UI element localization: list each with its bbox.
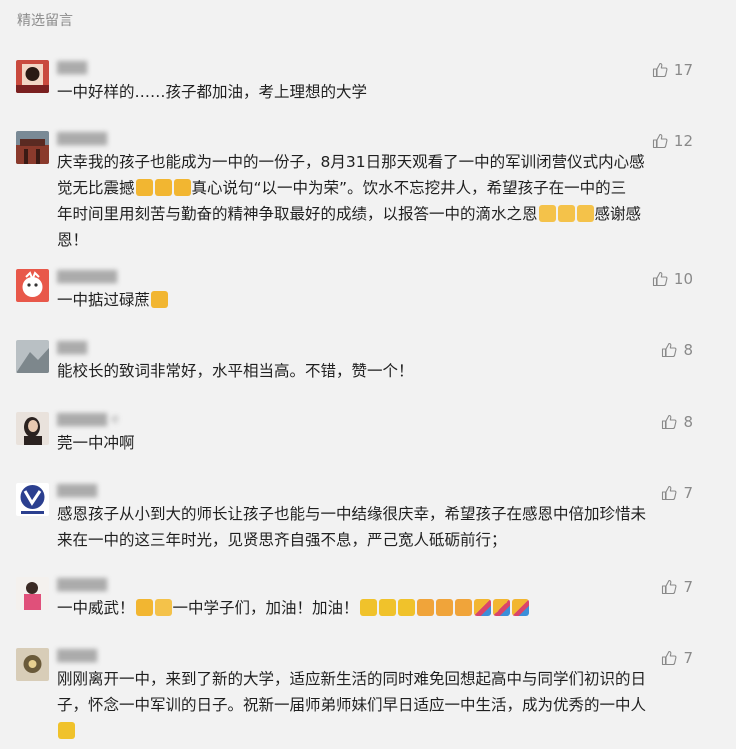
victory-hand-emoji-icon bbox=[154, 599, 172, 616]
like-button[interactable]: 10 bbox=[652, 269, 693, 289]
thumbs-up-icon bbox=[662, 414, 677, 430]
comment-text: 刚刚离开一中，来到了新的大学，适应新生活的同时难免回想起高中与同学们初识的日 子… bbox=[57, 666, 687, 744]
like-count: 8 bbox=[683, 341, 693, 359]
avatar[interactable] bbox=[16, 340, 49, 373]
comment-text: 一中好样的……孩子都加油，考上理想的大学 bbox=[57, 83, 368, 101]
like-count: 7 bbox=[683, 649, 693, 667]
avatar[interactable] bbox=[16, 60, 49, 93]
commenter-name[interactable]: ▇▇▇ bbox=[57, 60, 87, 75]
comment-item: ▇▇▇▇▇ e 8 莞一中冲啊 bbox=[0, 410, 736, 470]
comment-item: ▇▇▇▇▇▇ 10 一中掂过碌蔗 bbox=[0, 267, 736, 327]
flexed-biceps-emoji-icon bbox=[58, 722, 75, 739]
avatar[interactable] bbox=[16, 577, 49, 610]
comment-text: 一中威武！ 一中学子们，加油！加油！ bbox=[57, 595, 687, 621]
flexed-biceps-emoji-icon bbox=[359, 599, 377, 616]
like-button[interactable]: 8 bbox=[661, 340, 693, 360]
commenter-name[interactable]: ▇▇▇▇▇▇ bbox=[57, 269, 117, 284]
like-button[interactable]: 8 bbox=[661, 412, 693, 432]
thumbs-up-icon bbox=[652, 133, 668, 149]
thumbs-up-emoji-icon bbox=[151, 291, 169, 308]
thumbs-up-emoji-icon bbox=[135, 599, 153, 616]
praying-hands-emoji-icon bbox=[576, 205, 594, 222]
like-button[interactable]: 12 bbox=[652, 131, 693, 151]
thumbs-up-icon bbox=[662, 485, 677, 501]
praying-hands-emoji-icon bbox=[538, 205, 556, 222]
comment-item: ▇▇▇ 17 一中好样的……孩子都加油，考上理想的大学 bbox=[0, 58, 736, 118]
comment-text: 感恩孩子从小到大的师长让孩子也能与一中结缘很庆幸，希望孩子在感恩中倍加珍惜未 来… bbox=[57, 505, 647, 549]
commenter-name[interactable]: ▇▇▇▇▇ bbox=[57, 131, 107, 146]
thumbs-up-emoji-icon bbox=[173, 179, 191, 196]
comment-text: 庆幸我的孩子也能成为一中的一份子，8月31日那天观看了一中的军训闭营仪式内心感 … bbox=[57, 153, 645, 249]
like-count: 17 bbox=[673, 61, 693, 79]
thumbs-up-icon bbox=[662, 579, 677, 595]
thumbs-up-icon bbox=[662, 342, 677, 358]
like-button[interactable]: 7 bbox=[661, 483, 693, 503]
flexed-biceps-emoji-icon bbox=[397, 599, 415, 616]
like-count: 10 bbox=[673, 270, 693, 288]
commenter-name[interactable]: ▇▇▇ bbox=[57, 340, 87, 355]
like-button[interactable]: 7 bbox=[661, 648, 693, 668]
thumbs-up-icon bbox=[652, 271, 668, 287]
flexed-biceps-emoji-icon bbox=[378, 599, 396, 616]
avatar[interactable] bbox=[16, 483, 49, 516]
avatar[interactable] bbox=[16, 131, 49, 164]
thumbs-up-emoji-icon bbox=[135, 179, 153, 196]
avatar[interactable] bbox=[16, 412, 49, 445]
commenter-name[interactable]: ▇▇▇▇▇ e bbox=[57, 412, 119, 427]
thumbs-up-icon bbox=[662, 650, 677, 666]
comment-text: 能校长的致词非常好，水平相当高。不错，赞一个！ bbox=[57, 362, 414, 380]
comment-item: ▇▇▇▇ 7 刚刚离开一中，来到了新的大学，适应新生活的同时难免回想起高中与同学… bbox=[0, 646, 736, 749]
like-count: 8 bbox=[683, 413, 693, 431]
party-popper-emoji-icon bbox=[492, 599, 510, 616]
avatar[interactable] bbox=[16, 648, 49, 681]
party-popper-emoji-icon bbox=[473, 599, 491, 616]
like-button[interactable]: 7 bbox=[661, 577, 693, 597]
commenter-name[interactable]: ▇▇▇▇ bbox=[57, 648, 97, 663]
thumbs-up-icon bbox=[652, 62, 668, 78]
section-title: 精选留言 bbox=[17, 13, 73, 29]
fist-emoji-icon bbox=[416, 599, 434, 616]
like-count: 7 bbox=[683, 578, 693, 596]
comment-item: ▇▇▇ 8 能校长的致词非常好，水平相当高。不错，赞一个！ bbox=[0, 338, 736, 398]
fist-emoji-icon bbox=[454, 599, 472, 616]
like-count: 7 bbox=[683, 484, 693, 502]
commenter-name[interactable]: ▇▇▇▇ bbox=[57, 483, 97, 498]
comment-text: 一中掂过碌蔗 bbox=[57, 287, 687, 313]
thumbs-up-emoji-icon bbox=[154, 179, 172, 196]
comment-item: ▇▇▇▇ 7 感恩孩子从小到大的师长让孩子也能与一中结缘很庆幸，希望孩子在感恩中… bbox=[0, 481, 736, 561]
avatar[interactable] bbox=[16, 269, 49, 302]
comment-text: 莞一中冲啊 bbox=[57, 434, 135, 452]
commenter-name[interactable]: ▇▇▇▇▇ bbox=[57, 577, 107, 592]
like-button[interactable]: 17 bbox=[652, 60, 693, 80]
party-popper-emoji-icon bbox=[511, 599, 529, 616]
fist-emoji-icon bbox=[435, 599, 453, 616]
comment-item: ▇▇▇▇▇ 7 一中威武！ 一中学子们，加油！加油！ bbox=[0, 575, 736, 635]
praying-hands-emoji-icon bbox=[557, 205, 575, 222]
comment-item: ▇▇▇▇▇ 12 庆幸我的孩子也能成为一中的一份子，8月31日那天观看了一中的军… bbox=[0, 129, 736, 249]
like-count: 12 bbox=[673, 132, 693, 150]
